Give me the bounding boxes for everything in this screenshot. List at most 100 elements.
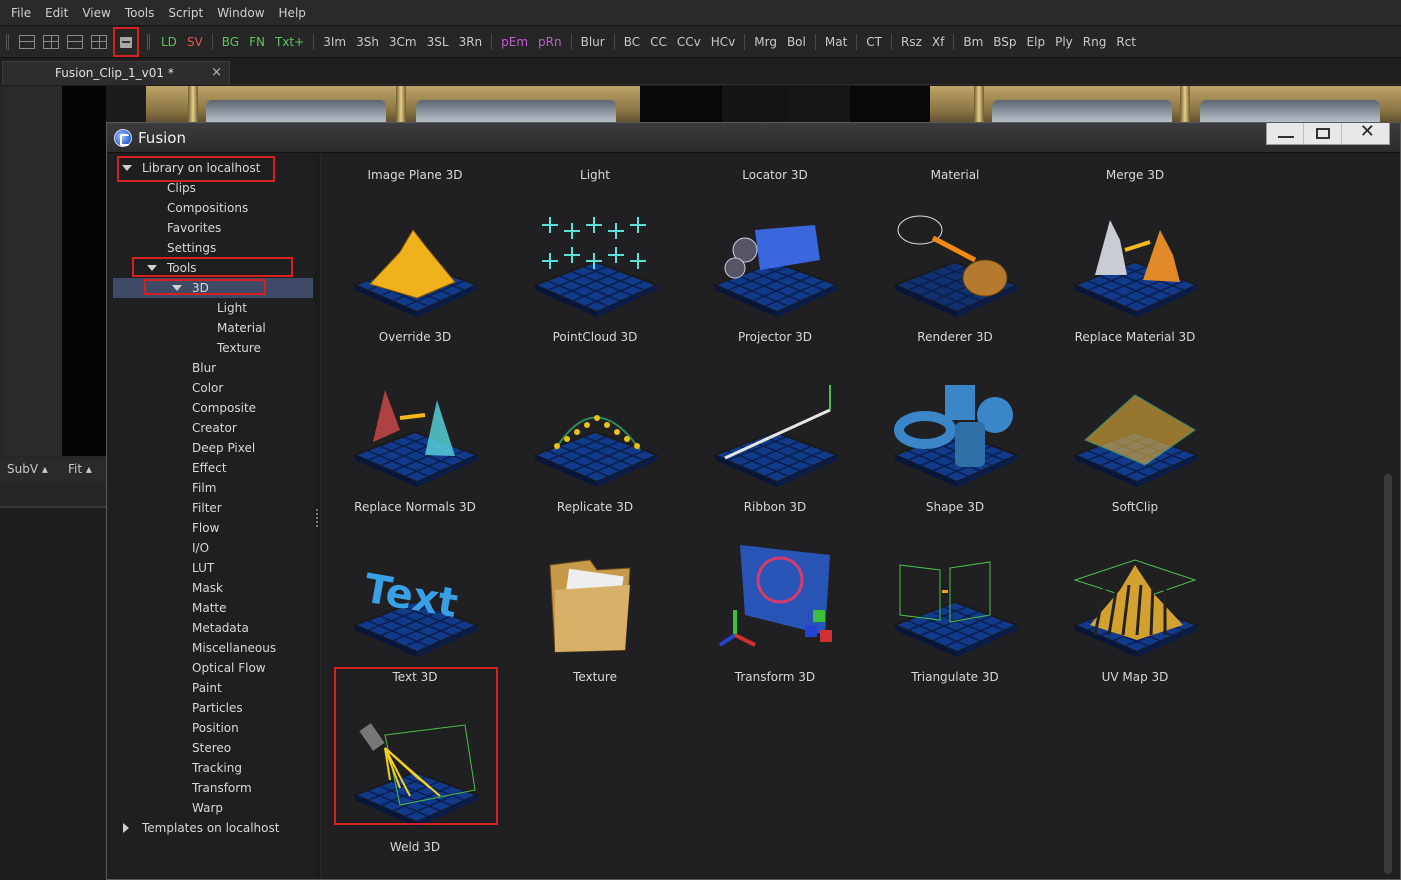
tool-tile-text-3d[interactable]: Text Text 3D [325,528,505,698]
tool-button-blur[interactable]: Blur [576,35,610,49]
tool-tile-softclip[interactable]: SoftClip [1045,358,1225,528]
tree-item-tracking[interactable]: Tracking [113,758,313,778]
tree-item-stereo[interactable]: Stereo [113,738,313,758]
tree-item-film[interactable]: Film [113,478,313,498]
tool-tile-transform-3d[interactable]: Transform 3D [685,528,865,698]
tool-tile-uv-map-3d[interactable]: UV Map 3D [1045,528,1225,698]
menu-file[interactable]: File [4,6,38,20]
tool-button-pem[interactable]: pEm [496,35,533,49]
tool-button-cc[interactable]: CC [645,35,672,49]
library-button[interactable] [113,27,139,57]
layout-horizontal-icon[interactable] [67,35,83,49]
tree-item-warp[interactable]: Warp [113,798,313,818]
tool-tile-label[interactable]: Material [865,168,1045,182]
document-tab[interactable]: Fusion_Clip_1_v01 * × [2,61,230,85]
tree-item-optical-flow[interactable]: Optical Flow [113,658,313,678]
tree-item-material[interactable]: Material [113,318,313,338]
tree-item-paint[interactable]: Paint [113,678,313,698]
toolbar-grip-2[interactable] [147,34,150,50]
tool-button-bsp[interactable]: BSp [988,35,1021,49]
tool-button-rct[interactable]: Rct [1111,35,1141,49]
tool-tile-weld-3d[interactable]: Weld 3D [325,698,505,868]
tool-button-fn[interactable]: FN [244,35,270,49]
tool-tile-projector-3d[interactable]: Projector 3D [685,188,865,358]
menu-window[interactable]: Window [210,6,271,20]
tree-item-particles[interactable]: Particles [113,698,313,718]
tree-item-3d[interactable]: 3D [113,278,313,298]
toolbar-grip[interactable] [6,34,9,50]
tool-tile-triangulate-3d[interactable]: Triangulate 3D [865,528,1045,698]
tool-button-bol[interactable]: Bol [782,35,811,49]
tool-button-ct[interactable]: CT [861,35,887,49]
tree-item-settings[interactable]: Settings [113,238,313,258]
tree-item-color[interactable]: Color [113,378,313,398]
expand-down-icon[interactable] [147,265,157,271]
tool-button-hcv[interactable]: HCv [706,35,741,49]
subview-dropdown[interactable]: SubV ▴ [7,462,48,476]
tree-item-compositions[interactable]: Compositions [113,198,313,218]
tool-button-bg[interactable]: BG [217,35,244,49]
tree-item-mask[interactable]: Mask [113,578,313,598]
tool-button-3rn[interactable]: 3Rn [454,35,488,49]
tool-tile-ribbon-3d[interactable]: Ribbon 3D [685,358,865,528]
minimize-button[interactable] [1267,123,1305,144]
tool-tile-renderer-3d[interactable]: Renderer 3D [865,188,1045,358]
tool-button-bc[interactable]: BC [619,35,645,49]
window-title-bar[interactable]: Fusion ✕ [107,121,1400,153]
tree-item-creator[interactable]: Creator [113,418,313,438]
tool-tile-pointcloud-3d[interactable]: PointCloud 3D [505,188,685,358]
tool-tile-replace-normals-3d[interactable]: Replace Normals 3D [325,358,505,528]
tool-button-3cm[interactable]: 3Cm [384,35,422,49]
tree-item-i-o[interactable]: I/O [113,538,313,558]
tree-item-templates-on-localhost[interactable]: Templates on localhost [113,818,313,838]
expand-down-icon[interactable] [122,165,132,171]
tool-tile-texture[interactable]: Texture [505,528,685,698]
tool-tile-replicate-3d[interactable]: Replicate 3D [505,358,685,528]
tool-button-txt[interactable]: Txt+ [270,35,309,49]
tool-button-ld[interactable]: LD [156,35,182,49]
expand-down-icon[interactable] [172,285,182,291]
tree-item-effect[interactable]: Effect [113,458,313,478]
tool-button-3sl[interactable]: 3SL [422,35,454,49]
fit-dropdown[interactable]: Fit ▴ [68,462,92,476]
tree-item-tools[interactable]: Tools [113,258,313,278]
tool-button-elp[interactable]: Elp [1022,35,1051,49]
layout-single-icon[interactable] [19,35,35,49]
tool-button-ccv[interactable]: CCv [672,35,706,49]
tool-button-sv[interactable]: SV [182,35,208,49]
maximize-button[interactable] [1304,123,1342,144]
tool-tile-label[interactable]: Merge 3D [1045,168,1225,182]
tree-item-transform[interactable]: Transform [113,778,313,798]
menu-edit[interactable]: Edit [38,6,75,20]
tree-item-matte[interactable]: Matte [113,598,313,618]
tool-tile-label[interactable]: Locator 3D [685,168,865,182]
menu-script[interactable]: Script [161,6,210,20]
tool-button-mat[interactable]: Mat [820,35,852,49]
tree-item-position[interactable]: Position [113,718,313,738]
tree-item-lut[interactable]: LUT [113,558,313,578]
tool-tile-label[interactable]: Light [505,168,685,182]
tree-item-favorites[interactable]: Favorites [113,218,313,238]
tool-button-3sh[interactable]: 3Sh [351,35,384,49]
tree-item-miscellaneous[interactable]: Miscellaneous [113,638,313,658]
tool-tile-shape-3d[interactable]: Shape 3D [865,358,1045,528]
tool-grid-scrollbar[interactable] [1384,474,1392,874]
tree-item-filter[interactable]: Filter [113,498,313,518]
tool-button-mrg[interactable]: Mrg [749,35,782,49]
tool-button-bm[interactable]: Bm [958,35,988,49]
tool-button-ply[interactable]: Ply [1050,35,1078,49]
layout-split-icon[interactable] [91,35,107,49]
close-button[interactable]: ✕ [1342,121,1389,144]
tree-item-texture[interactable]: Texture [113,338,313,358]
tree-item-composite[interactable]: Composite [113,398,313,418]
tool-button-rsz[interactable]: Rsz [896,35,927,49]
tool-button-prn[interactable]: pRn [533,35,567,49]
expand-right-icon[interactable] [123,823,129,833]
tree-item-metadata[interactable]: Metadata [113,618,313,638]
tool-tile-override-3d[interactable]: Override 3D [325,188,505,358]
tree-item-flow[interactable]: Flow [113,518,313,538]
layout-quad-icon[interactable] [43,35,59,49]
menu-help[interactable]: Help [272,6,313,20]
tree-item-blur[interactable]: Blur [113,358,313,378]
tool-button-rng[interactable]: Rng [1078,35,1112,49]
